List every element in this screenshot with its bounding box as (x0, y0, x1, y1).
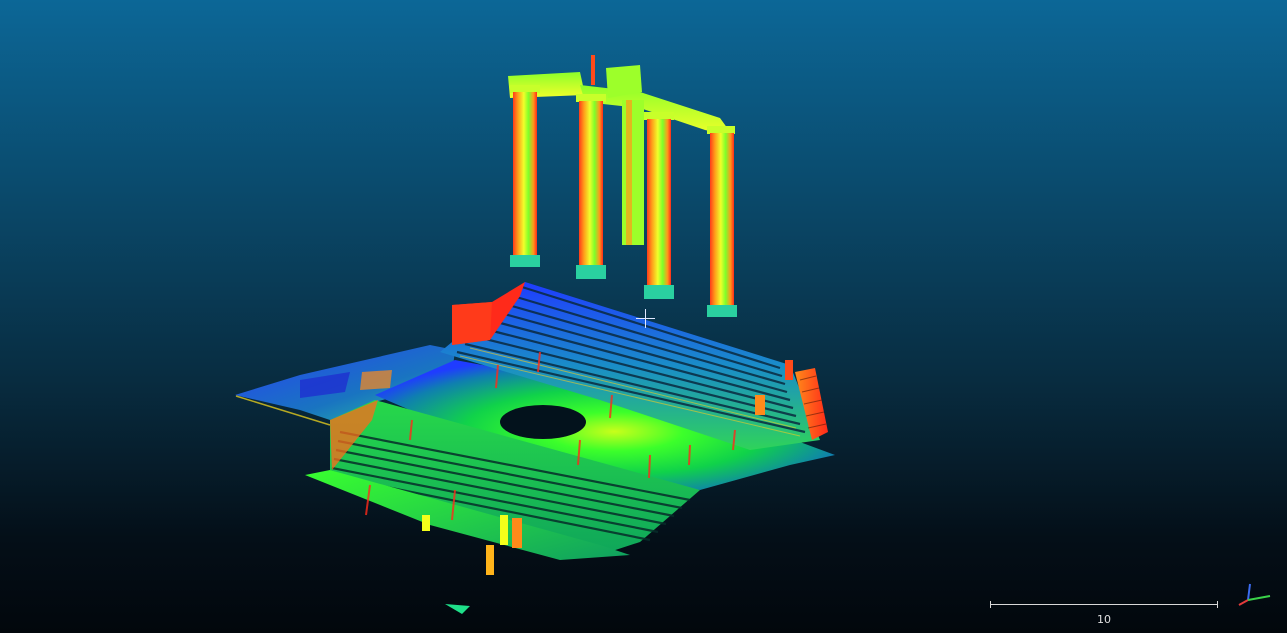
column-5 (707, 126, 737, 317)
scale-bar-label: 10 (1097, 613, 1111, 626)
scale-tick-left (990, 601, 991, 608)
pivot-crosshair (636, 309, 655, 328)
column-3-fragment (622, 100, 644, 245)
column-4 (644, 112, 674, 299)
z-axis (1247, 583, 1251, 601)
3d-viewport[interactable]: 10 (0, 0, 1287, 633)
scale-bar: 10 (990, 600, 1218, 626)
scale-tick-right (1217, 601, 1218, 608)
entablature (508, 55, 733, 136)
x-axis (1238, 599, 1249, 606)
column-1 (510, 85, 540, 267)
y-axis (1247, 595, 1271, 601)
stray-fragment (445, 604, 470, 614)
column-2 (576, 94, 606, 279)
axis-trihedron-icon[interactable] (1236, 580, 1282, 610)
scale-bar-line (990, 604, 1218, 605)
